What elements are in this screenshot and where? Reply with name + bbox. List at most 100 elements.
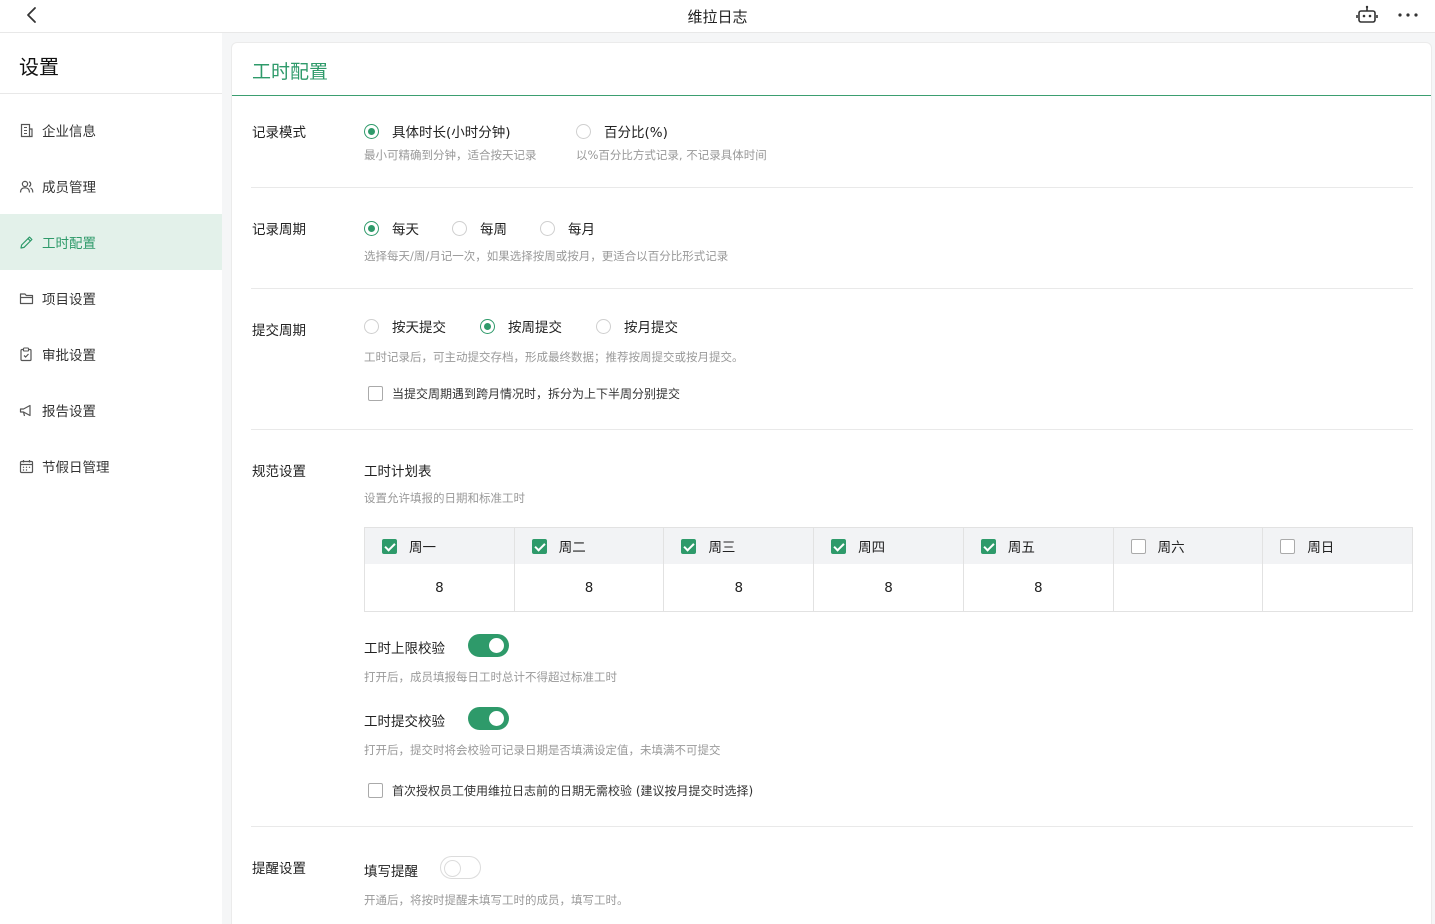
megaphone-icon: [19, 404, 31, 416]
day-checkbox-tue[interactable]: 周二: [514, 528, 664, 564]
radio-unselected-icon: [596, 318, 611, 334]
building-icon: [20, 123, 33, 137]
checkbox-icon: [368, 783, 383, 798]
checkbox-icon: [368, 386, 383, 401]
day-checkbox-fri[interactable]: 周五: [963, 528, 1113, 564]
sidebar-item-label: 企业信息: [42, 124, 96, 140]
record-mode-percent-radio[interactable]: 百分比(%): [576, 121, 668, 141]
divider: [251, 288, 1413, 289]
panel-header: 工时配置: [232, 43, 1431, 96]
sidebar-item-company-info[interactable]: 企业信息: [0, 102, 222, 158]
checkbox-label: 当提交周期遇到跨月情况时，拆分为上下半周分别提交: [392, 387, 681, 401]
fill-reminder-hint: 开通后，将按时提醒未填写工时的成员，填写工时。: [364, 893, 629, 907]
plan-hint: 设置允许填报的日期和标准工时: [364, 491, 525, 505]
radio-unselected-icon: [576, 123, 591, 139]
day-label: 周二: [558, 540, 586, 556]
day-hours-sun[interactable]: [1263, 564, 1412, 611]
day-hours-mon[interactable]: 8: [365, 564, 514, 611]
sidebar-nav: 企业信息 成员管理 工时配置 项目设置 审批设置 报告设置 节假日管理: [0, 102, 222, 494]
sidebar-item-hours-config[interactable]: 工时配置: [0, 214, 222, 270]
sidebar-item-report-settings[interactable]: 报告设置: [0, 382, 222, 438]
record-cycle-monthly-radio[interactable]: 每月: [540, 218, 595, 238]
hours-config-panel: 工时配置 记录模式 具体时长(小时分钟) 百分比(%) 最小可精确到分钟，适合按…: [231, 42, 1432, 924]
day-column-sat: 周六: [1113, 528, 1264, 611]
day-column-tue: 周二 8: [514, 528, 665, 611]
upper-limit-label: 工时上限校验: [364, 641, 445, 657]
radio-unselected-icon: [364, 318, 379, 334]
day-hours-wed[interactable]: 8: [664, 564, 813, 611]
radio-label: 每周: [480, 222, 507, 238]
upper-limit-hint: 打开后，成员填报每日工时总计不得超过标准工时: [364, 670, 617, 684]
day-column-wed: 周三 8: [664, 528, 815, 611]
divider: [251, 429, 1413, 430]
plan-title: 工时计划表: [364, 464, 432, 480]
submit-cycle-label: 提交周期: [252, 323, 306, 339]
checkbox-checked-icon: [681, 538, 697, 554]
day-checkbox-wed[interactable]: 周三: [664, 528, 814, 564]
first-auth-skip-checkbox[interactable]: 首次授权员工使用维拉日志前的日期无需校验 (建议按月提交时选择): [368, 782, 753, 799]
day-label: 周日: [1307, 540, 1335, 556]
sidebar-item-label: 审批设置: [42, 348, 96, 364]
day-checkbox-sun[interactable]: 周日: [1263, 528, 1413, 564]
radio-unselected-icon: [452, 220, 467, 236]
checkbox-checked-icon: [382, 538, 397, 554]
upper-limit-toggle[interactable]: [468, 634, 509, 657]
record-cycle-hint: 选择每天/周/月记一次，如果选择按周或按月，更适合以百分比形式记录: [364, 249, 729, 263]
record-mode-label: 记录模式: [252, 125, 306, 141]
divider: [0, 93, 222, 94]
sidebar-item-label: 报告设置: [42, 404, 96, 420]
radio-unselected-icon: [540, 220, 555, 236]
radio-label: 按月提交: [624, 320, 678, 336]
sidebar-title: 设置: [19, 55, 59, 79]
sidebar-item-label: 节假日管理: [42, 460, 110, 476]
sidebar-item-members[interactable]: 成员管理: [0, 158, 222, 214]
sidebar-item-label: 工时配置: [42, 236, 96, 252]
fill-reminder-toggle[interactable]: [440, 856, 481, 879]
checkbox-label: 首次授权员工使用维拉日志前的日期无需校验 (建议按月提交时选择): [392, 784, 754, 798]
sidebar-item-approval-settings[interactable]: 审批设置: [0, 326, 222, 382]
day-hours-thu[interactable]: 8: [814, 564, 963, 611]
divider: [251, 187, 1413, 188]
submit-check-toggle[interactable]: [468, 707, 509, 730]
radio-selected-icon: [364, 220, 379, 236]
day-hours-sat[interactable]: [1114, 564, 1263, 611]
sidebar-item-label: 项目设置: [42, 292, 96, 308]
day-label: 周六: [1157, 540, 1185, 556]
sidebar-item-project-settings[interactable]: 项目设置: [0, 270, 222, 326]
split-week-checkbox[interactable]: 当提交周期遇到跨月情况时，拆分为上下半周分别提交: [368, 385, 680, 402]
more-icon[interactable]: [1396, 5, 1420, 25]
day-column-thu: 周四 8: [814, 528, 964, 611]
title-bar: 维拉日志: [0, 0, 1435, 33]
day-label: 周一: [409, 540, 436, 556]
submit-cycle-monthly-radio[interactable]: 按月提交: [596, 316, 678, 336]
submit-cycle-weekly-radio[interactable]: 按周提交: [480, 316, 562, 336]
submit-check-hint: 打开后，提交时将会校验可记录日期是否填满设定值，未填满不可提交: [364, 743, 721, 757]
sidebar-item-holiday-management[interactable]: 节假日管理: [0, 438, 222, 494]
record-mode-duration-hint: 最小可精确到分钟，适合按天记录: [364, 148, 537, 162]
record-cycle-weekly-radio[interactable]: 每周: [452, 218, 507, 238]
radio-label: 具体时长(小时分钟): [392, 125, 511, 141]
day-column-sun: 周日: [1263, 528, 1413, 611]
record-mode-duration-radio[interactable]: 具体时长(小时分钟): [364, 121, 511, 141]
day-checkbox-mon[interactable]: 周一: [365, 528, 514, 564]
radio-label: 按周提交: [508, 320, 562, 336]
day-column-fri: 周五 8: [963, 528, 1114, 611]
day-checkbox-sat[interactable]: 周六: [1113, 528, 1263, 564]
pencil-icon: [20, 236, 33, 249]
work-hours-plan-table: 周一 8 周二 8 周三 8 周四 8 周五 8 周六 周日: [364, 527, 1413, 612]
checkbox-icon: [1280, 538, 1296, 554]
radio-label: 按天提交: [392, 320, 446, 336]
day-label: 周三: [708, 540, 736, 556]
submit-cycle-daily-radio[interactable]: 按天提交: [364, 316, 446, 336]
day-hours-fri[interactable]: 8: [964, 564, 1113, 611]
robot-icon[interactable]: [1356, 5, 1378, 25]
day-label: 周五: [1007, 540, 1035, 556]
norms-label: 规范设置: [252, 464, 306, 480]
checkbox-checked-icon: [980, 538, 996, 554]
day-checkbox-thu[interactable]: 周四: [814, 528, 963, 564]
record-cycle-daily-radio[interactable]: 每天: [364, 218, 419, 238]
record-mode-percent-hint: 以%百分比方式记录, 不记录具体时间: [576, 148, 767, 162]
radio-label: 每月: [568, 222, 595, 238]
divider: [251, 826, 1413, 827]
day-hours-tue[interactable]: 8: [515, 564, 664, 611]
